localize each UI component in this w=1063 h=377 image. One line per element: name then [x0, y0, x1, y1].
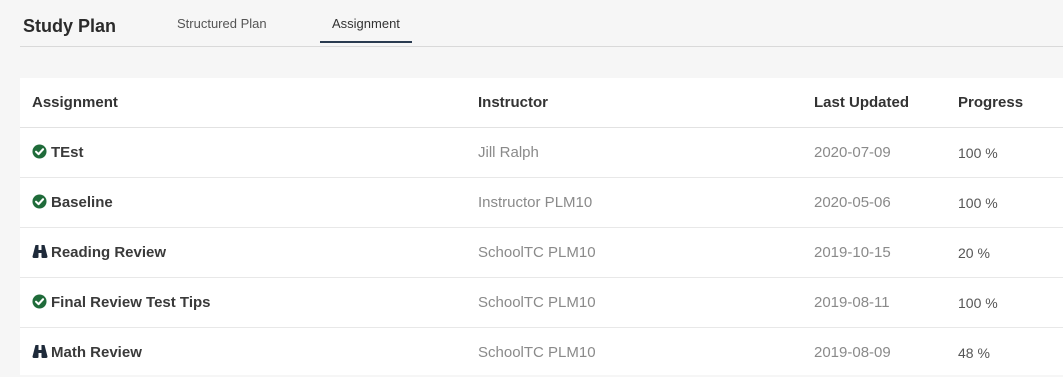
- table-row[interactable]: TEst Jill Ralph 2020-07-09 100 %: [20, 128, 1063, 178]
- assignment-name: Math Review: [51, 344, 142, 361]
- last-updated-date: 2020-05-06: [814, 194, 891, 211]
- assignment-name: Baseline: [51, 194, 113, 211]
- check-circle-icon: [32, 144, 47, 159]
- assignment-name: Reading Review: [51, 244, 167, 261]
- instructor-name: SchoolTC PLM10: [478, 344, 596, 361]
- check-circle-icon: [32, 294, 47, 309]
- assignment-name: TEst: [51, 144, 84, 161]
- table-row[interactable]: Reading Review SchoolTC PLM10 2019-10-15…: [20, 228, 1063, 278]
- progress-value: 20 %: [958, 245, 990, 261]
- tab-structured-plan[interactable]: Structured Plan: [177, 16, 267, 39]
- column-header-progress[interactable]: Progress: [958, 94, 1023, 111]
- progress-value: 100 %: [958, 295, 998, 311]
- tab-assignment[interactable]: Assignment: [320, 16, 412, 43]
- header: Study Plan Structured Plan Assignment: [20, 0, 1063, 47]
- assignment-link[interactable]: Final Review Test Tips: [32, 294, 211, 311]
- assignment-table: Assignment Instructor Last Updated Progr…: [20, 78, 1063, 375]
- instructor-name: Instructor PLM10: [478, 194, 593, 211]
- column-header-instructor[interactable]: Instructor: [478, 94, 548, 111]
- progress-value: 48 %: [958, 345, 990, 361]
- last-updated-date: 2019-08-11: [814, 294, 890, 311]
- instructor-name: SchoolTC PLM10: [478, 294, 596, 311]
- table-header: Assignment Instructor Last Updated Progr…: [20, 78, 1063, 128]
- table-row[interactable]: Math Review SchoolTC PLM10 2019-08-09 48…: [20, 328, 1063, 377]
- check-circle-icon: [32, 194, 47, 209]
- progress-value: 100 %: [958, 195, 998, 211]
- assignment-link[interactable]: TEst: [32, 144, 84, 161]
- column-header-last-updated[interactable]: Last Updated: [814, 94, 909, 111]
- binoculars-icon: [32, 244, 48, 259]
- last-updated-date: 2019-10-15: [814, 244, 891, 261]
- last-updated-date: 2020-07-09: [814, 144, 891, 161]
- last-updated-date: 2019-08-09: [814, 344, 891, 361]
- instructor-name: SchoolTC PLM10: [478, 244, 596, 261]
- table-row[interactable]: Baseline Instructor PLM10 2020-05-06 100…: [20, 178, 1063, 228]
- assignment-name: Final Review Test Tips: [51, 294, 211, 311]
- column-header-assignment[interactable]: Assignment: [32, 94, 118, 111]
- assignment-link[interactable]: Baseline: [32, 194, 113, 211]
- binoculars-icon: [32, 344, 48, 359]
- assignment-link[interactable]: Reading Review: [32, 244, 166, 261]
- assignment-link[interactable]: Math Review: [32, 344, 142, 361]
- instructor-name: Jill Ralph: [478, 144, 539, 161]
- progress-value: 100 %: [958, 145, 998, 161]
- page-title: Study Plan: [23, 16, 117, 36]
- table-row[interactable]: Final Review Test Tips SchoolTC PLM10 20…: [20, 278, 1063, 328]
